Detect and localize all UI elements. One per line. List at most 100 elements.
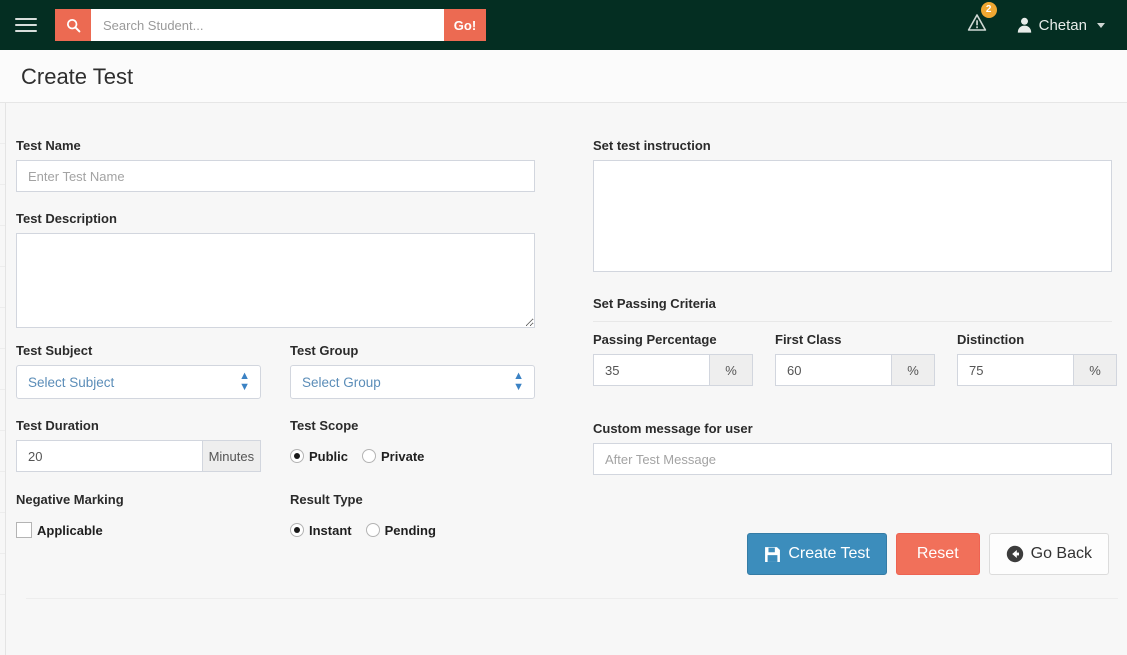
go-back-button-label: Go Back	[1030, 545, 1092, 562]
radio-icon	[362, 449, 377, 463]
hamburger-bar	[15, 30, 37, 32]
percent-addon: %	[1073, 354, 1117, 386]
first-class-label: First Class	[775, 332, 842, 347]
test-instruction-textarea[interactable]	[593, 160, 1112, 272]
result-type-option-label: Pending	[384, 522, 436, 538]
sidebar-item[interactable]	[0, 226, 5, 267]
field-test-instruction: Set test instruction	[593, 138, 1112, 272]
create-test-button-label: Create Test	[788, 545, 870, 562]
field-test-subject: Test Subject Select Subject ▲ ▼	[16, 343, 261, 399]
reset-button[interactable]: Reset	[895, 533, 980, 575]
test-scope-label: Test Scope	[290, 418, 359, 433]
alerts-badge: 2	[980, 2, 997, 18]
test-name-label: Test Name	[16, 138, 81, 153]
percent-addon: %	[709, 354, 753, 386]
test-subject-label: Test Subject	[16, 343, 93, 358]
result-type-option-label: Instant	[309, 522, 352, 538]
create-test-form: Test Name Test Description Test Subject …	[6, 103, 1127, 655]
test-scope-option-private[interactable]: Private	[362, 449, 424, 464]
negative-marking-label: Negative Marking	[16, 492, 124, 507]
sidebar-item[interactable]	[0, 513, 5, 554]
passing-percentage-input[interactable]	[593, 354, 709, 386]
sidebar-item[interactable]	[0, 554, 5, 595]
passing-percentage-label: Passing Percentage	[593, 332, 717, 347]
result-type-option-instant[interactable]: Instant	[290, 523, 352, 538]
page-title: Create Test	[21, 64, 134, 89]
search-icon	[66, 18, 80, 32]
reset-button-label: Reset	[916, 545, 959, 562]
test-duration-unit-addon: Minutes	[201, 440, 261, 472]
result-type-label: Result Type	[290, 492, 363, 507]
field-result-type: Result Type Instant Pending	[290, 492, 550, 546]
radio-icon	[365, 523, 380, 537]
test-description-label: Test Description	[16, 211, 117, 226]
search-input[interactable]	[91, 9, 444, 41]
field-test-scope: Test Scope Public Private	[290, 418, 550, 472]
save-icon	[765, 546, 781, 562]
test-description-textarea[interactable]	[16, 233, 535, 328]
sidebar-item[interactable]	[0, 349, 5, 390]
navbar-right: 2 Chetan	[955, 0, 1127, 50]
arrow-circle-left-icon	[1006, 545, 1023, 563]
test-group-select[interactable]: Select Group	[290, 365, 535, 399]
page-header: Create Test	[0, 50, 1127, 103]
field-negative-marking: Negative Marking Applicable	[16, 492, 261, 546]
test-scope-option-label: Public	[309, 448, 349, 464]
section-divider	[593, 321, 1112, 322]
distinction-label: Distinction	[957, 332, 1025, 347]
caret-down-icon	[1097, 22, 1105, 28]
alerts-button[interactable]: 2	[955, 2, 999, 37]
custom-message-label: Custom message for user	[593, 421, 753, 436]
top-navbar: Go! 2 Chetan	[0, 0, 1127, 50]
sidebar-item[interactable]	[0, 472, 5, 513]
field-passing-percentage: Passing Percentage %	[593, 332, 753, 386]
user-name: Chetan	[1038, 16, 1087, 34]
hamburger-bar	[15, 24, 37, 26]
field-distinction: Distinction %	[957, 332, 1117, 386]
user-menu[interactable]: Chetan	[999, 17, 1113, 34]
test-subject-select[interactable]: Select Subject	[16, 365, 261, 399]
radio-icon	[290, 523, 304, 537]
test-duration-label: Test Duration	[16, 418, 99, 433]
test-instruction-label: Set test instruction	[593, 138, 711, 153]
distinction-input[interactable]	[957, 354, 1073, 386]
percent-addon: %	[891, 354, 935, 386]
sidebar-item[interactable]	[0, 390, 5, 431]
sidebar-item[interactable]	[0, 267, 5, 308]
sidebar-item[interactable]	[0, 185, 5, 226]
search-go-button[interactable]: Go!	[444, 9, 486, 41]
field-test-duration: Test Duration Minutes	[16, 418, 261, 472]
test-scope-option-public[interactable]: Public	[290, 449, 348, 464]
search-bar: Go!	[55, 9, 486, 41]
test-scope-option-label: Private	[381, 448, 425, 464]
test-group-label: Test Group	[290, 343, 359, 358]
field-first-class: First Class %	[775, 332, 935, 386]
create-test-button[interactable]: Create Test	[747, 533, 887, 575]
hamburger-bar	[15, 18, 37, 20]
sidebar-item[interactable]	[0, 431, 5, 472]
custom-message-input[interactable]	[593, 443, 1112, 475]
sidebar-item[interactable]	[0, 308, 5, 349]
negative-marking-option-label: Applicable	[37, 522, 103, 538]
negative-marking-checkbox-option[interactable]: Applicable	[16, 522, 103, 538]
hamburger-icon[interactable]	[0, 0, 52, 50]
user-icon	[1017, 17, 1031, 33]
test-name-input[interactable]	[16, 160, 535, 192]
field-custom-message: Custom message for user	[593, 421, 1112, 475]
field-test-group: Test Group Select Group ▲ ▼	[290, 343, 535, 399]
form-actions: Create Test Reset Go Back	[747, 533, 1109, 575]
go-back-button[interactable]: Go Back	[988, 533, 1109, 575]
content-footer-divider	[26, 598, 1118, 599]
test-duration-input[interactable]	[16, 440, 202, 472]
checkbox-icon	[16, 522, 32, 538]
sidebar-item[interactable]	[0, 144, 5, 185]
radio-icon	[290, 449, 304, 463]
field-test-name: Test Name	[16, 138, 535, 192]
first-class-input[interactable]	[775, 354, 891, 386]
sidebar-item[interactable]	[0, 103, 5, 144]
passing-criteria-label: Set Passing Criteria	[593, 296, 716, 311]
search-icon-button[interactable]	[55, 9, 91, 41]
passing-criteria-section: Set Passing Criteria	[593, 296, 1112, 322]
result-type-option-pending[interactable]: Pending	[365, 522, 436, 538]
field-test-description: Test Description	[16, 211, 535, 328]
